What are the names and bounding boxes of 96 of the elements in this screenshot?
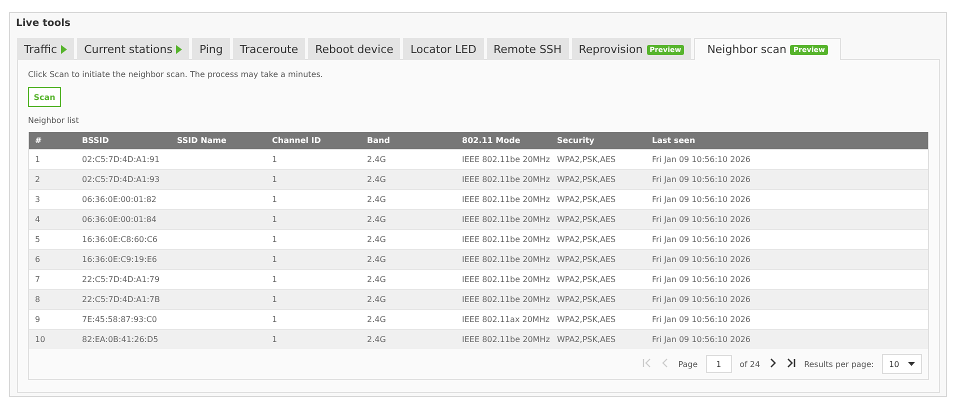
table-cell: 1 bbox=[266, 149, 361, 169]
page-field[interactable]: 1 bbox=[706, 355, 732, 373]
tab[interactable]: Current stations bbox=[77, 38, 190, 60]
tab[interactable]: Remote SSH bbox=[486, 38, 569, 60]
table-cell: 1 bbox=[266, 309, 361, 329]
tab[interactable]: Locator LED bbox=[403, 38, 484, 60]
table-cell: 7 bbox=[29, 269, 76, 289]
table-cell: Fri Jan 09 10:56:10 2026 bbox=[646, 329, 928, 349]
table-cell: 2.4G bbox=[361, 289, 456, 309]
table-cell: 4 bbox=[29, 209, 76, 229]
table-cell: 7E:45:58:87:93:C0 bbox=[76, 309, 171, 329]
next-page-button[interactable] bbox=[768, 358, 778, 370]
column-header: # bbox=[29, 132, 76, 149]
table-cell: 1 bbox=[266, 189, 361, 209]
column-header: Security bbox=[551, 132, 646, 149]
tab[interactable]: Reboot device bbox=[308, 38, 400, 60]
table-cell: 3 bbox=[29, 189, 76, 209]
panel-title: Live tools bbox=[16, 17, 72, 31]
table-cell: 1 bbox=[266, 209, 361, 229]
table-cell: WPA2,PSK,AES bbox=[551, 209, 646, 229]
table-cell: WPA2,PSK,AES bbox=[551, 289, 646, 309]
table-cell: Fri Jan 09 10:56:10 2026 bbox=[646, 209, 928, 229]
table-cell: WPA2,PSK,AES bbox=[551, 189, 646, 209]
table-cell: Fri Jan 09 10:56:10 2026 bbox=[646, 269, 928, 289]
table-cell: 2.4G bbox=[361, 249, 456, 269]
intro-text: Click Scan to initiate the neighbor scan. The process may take a minutes. bbox=[28, 70, 324, 79]
table-cell: WPA2,PSK,AES bbox=[551, 169, 646, 189]
table-cell: WPA2,PSK,AES bbox=[551, 329, 646, 349]
results-per-page-label: Results per page: bbox=[804, 360, 874, 368]
table-cell: 5 bbox=[29, 229, 76, 249]
table-cell: 02:C5:7D:4D:A1:91 bbox=[76, 149, 171, 169]
list-title: Neighbor list bbox=[28, 116, 80, 125]
table-cell: WPA2,PSK,AES bbox=[551, 229, 646, 249]
table-cell: IEEE 802.11be 20MHz bbox=[456, 229, 551, 249]
table-cell: WPA2,PSK,AES bbox=[551, 309, 646, 329]
page-count: of 24 bbox=[740, 360, 760, 368]
table-cell: Fri Jan 09 10:56:10 2026 bbox=[646, 169, 928, 189]
table-cell: 2.4G bbox=[361, 149, 456, 169]
table-cell: Fri Jan 09 10:56:10 2026 bbox=[646, 189, 928, 209]
table-cell: Fri Jan 09 10:56:10 2026 bbox=[646, 249, 928, 269]
table-cell: 9 bbox=[29, 309, 76, 329]
table-cell: Fri Jan 09 10:56:10 2026 bbox=[646, 149, 928, 169]
table-cell: 06:36:0E:00:01:82 bbox=[76, 189, 171, 209]
table-cell: 2.4G bbox=[361, 169, 456, 189]
table-cell: 2.4G bbox=[361, 189, 456, 209]
table-cell: Fri Jan 09 10:56:10 2026 bbox=[646, 229, 928, 249]
tab[interactable]: Traffic bbox=[17, 38, 74, 60]
table-cell: IEEE 802.11be 20MHz bbox=[456, 209, 551, 229]
table-cell: IEEE 802.11be 20MHz bbox=[456, 289, 551, 309]
table-cell: 1 bbox=[266, 229, 361, 249]
table-cell: 02:C5:7D:4D:A1:93 bbox=[76, 169, 171, 189]
table-cell: 06:36:0E:00:01:84 bbox=[76, 209, 171, 229]
table-cell: WPA2,PSK,AES bbox=[551, 249, 646, 269]
table-cell: 2.4G bbox=[361, 309, 456, 329]
column-header: Last seen bbox=[646, 132, 928, 149]
tab[interactable]: Traceroute bbox=[232, 38, 306, 60]
table-cell: 1 bbox=[29, 149, 76, 169]
table-cell: 2.4G bbox=[361, 209, 456, 229]
table-cell: Fri Jan 09 10:56:10 2026 bbox=[646, 309, 928, 329]
table-cell: IEEE 802.11ax 20MHz bbox=[456, 309, 551, 329]
column-header: 802.11 Mode bbox=[456, 132, 551, 149]
table-cell: 1 bbox=[266, 249, 361, 269]
dropdown-caret-icon bbox=[908, 362, 915, 366]
column-header: BSSID bbox=[76, 132, 171, 149]
table-cell: IEEE 802.11be 20MHz bbox=[456, 169, 551, 189]
table-cell: IEEE 802.11be 20MHz bbox=[456, 249, 551, 269]
table-cell: 1 bbox=[266, 269, 361, 289]
table-cell: 1 bbox=[266, 289, 361, 309]
column-header: SSID Name bbox=[171, 132, 266, 149]
page-label: Page bbox=[678, 360, 698, 368]
table-cell: Fri Jan 09 10:56:10 2026 bbox=[646, 289, 928, 309]
table-cell: 1 bbox=[266, 329, 361, 349]
table-cell: 82:EA:0B:41:26:D5 bbox=[76, 329, 171, 349]
results-per-page-select[interactable]: 10 bbox=[882, 354, 922, 374]
table-cell: IEEE 802.11be 20MHz bbox=[456, 149, 551, 169]
table-cell: WPA2,PSK,AES bbox=[551, 269, 646, 289]
column-header: Band bbox=[361, 132, 456, 149]
last-page-button[interactable] bbox=[786, 358, 796, 370]
table-cell: 22:C5:7D:4D:A1:7B bbox=[76, 289, 171, 309]
table-cell: 16:36:0E:C9:19:E6 bbox=[76, 249, 171, 269]
tab[interactable]: Ping bbox=[192, 38, 230, 60]
table-cell: IEEE 802.11be 20MHz bbox=[456, 329, 551, 349]
table-cell: 22:C5:7D:4D:A1:79 bbox=[76, 269, 171, 289]
table-cell: 8 bbox=[29, 289, 76, 309]
table-cell: 2 bbox=[29, 169, 76, 189]
table-cell: 2.4G bbox=[361, 229, 456, 249]
table-cell: 2.4G bbox=[361, 329, 456, 349]
table-cell: 2.4G bbox=[361, 269, 456, 289]
table-cell: 16:36:0E:C8:60:C6 bbox=[76, 229, 171, 249]
table-cell: 1 bbox=[266, 169, 361, 189]
table-cell: IEEE 802.11be 20MHz bbox=[456, 189, 551, 209]
column-header: Channel ID bbox=[266, 132, 361, 149]
table-cell: 10 bbox=[29, 329, 76, 349]
table-cell: 6 bbox=[29, 249, 76, 269]
table-cell: IEEE 802.11be 20MHz bbox=[456, 269, 551, 289]
table-cell: WPA2,PSK,AES bbox=[551, 149, 646, 169]
